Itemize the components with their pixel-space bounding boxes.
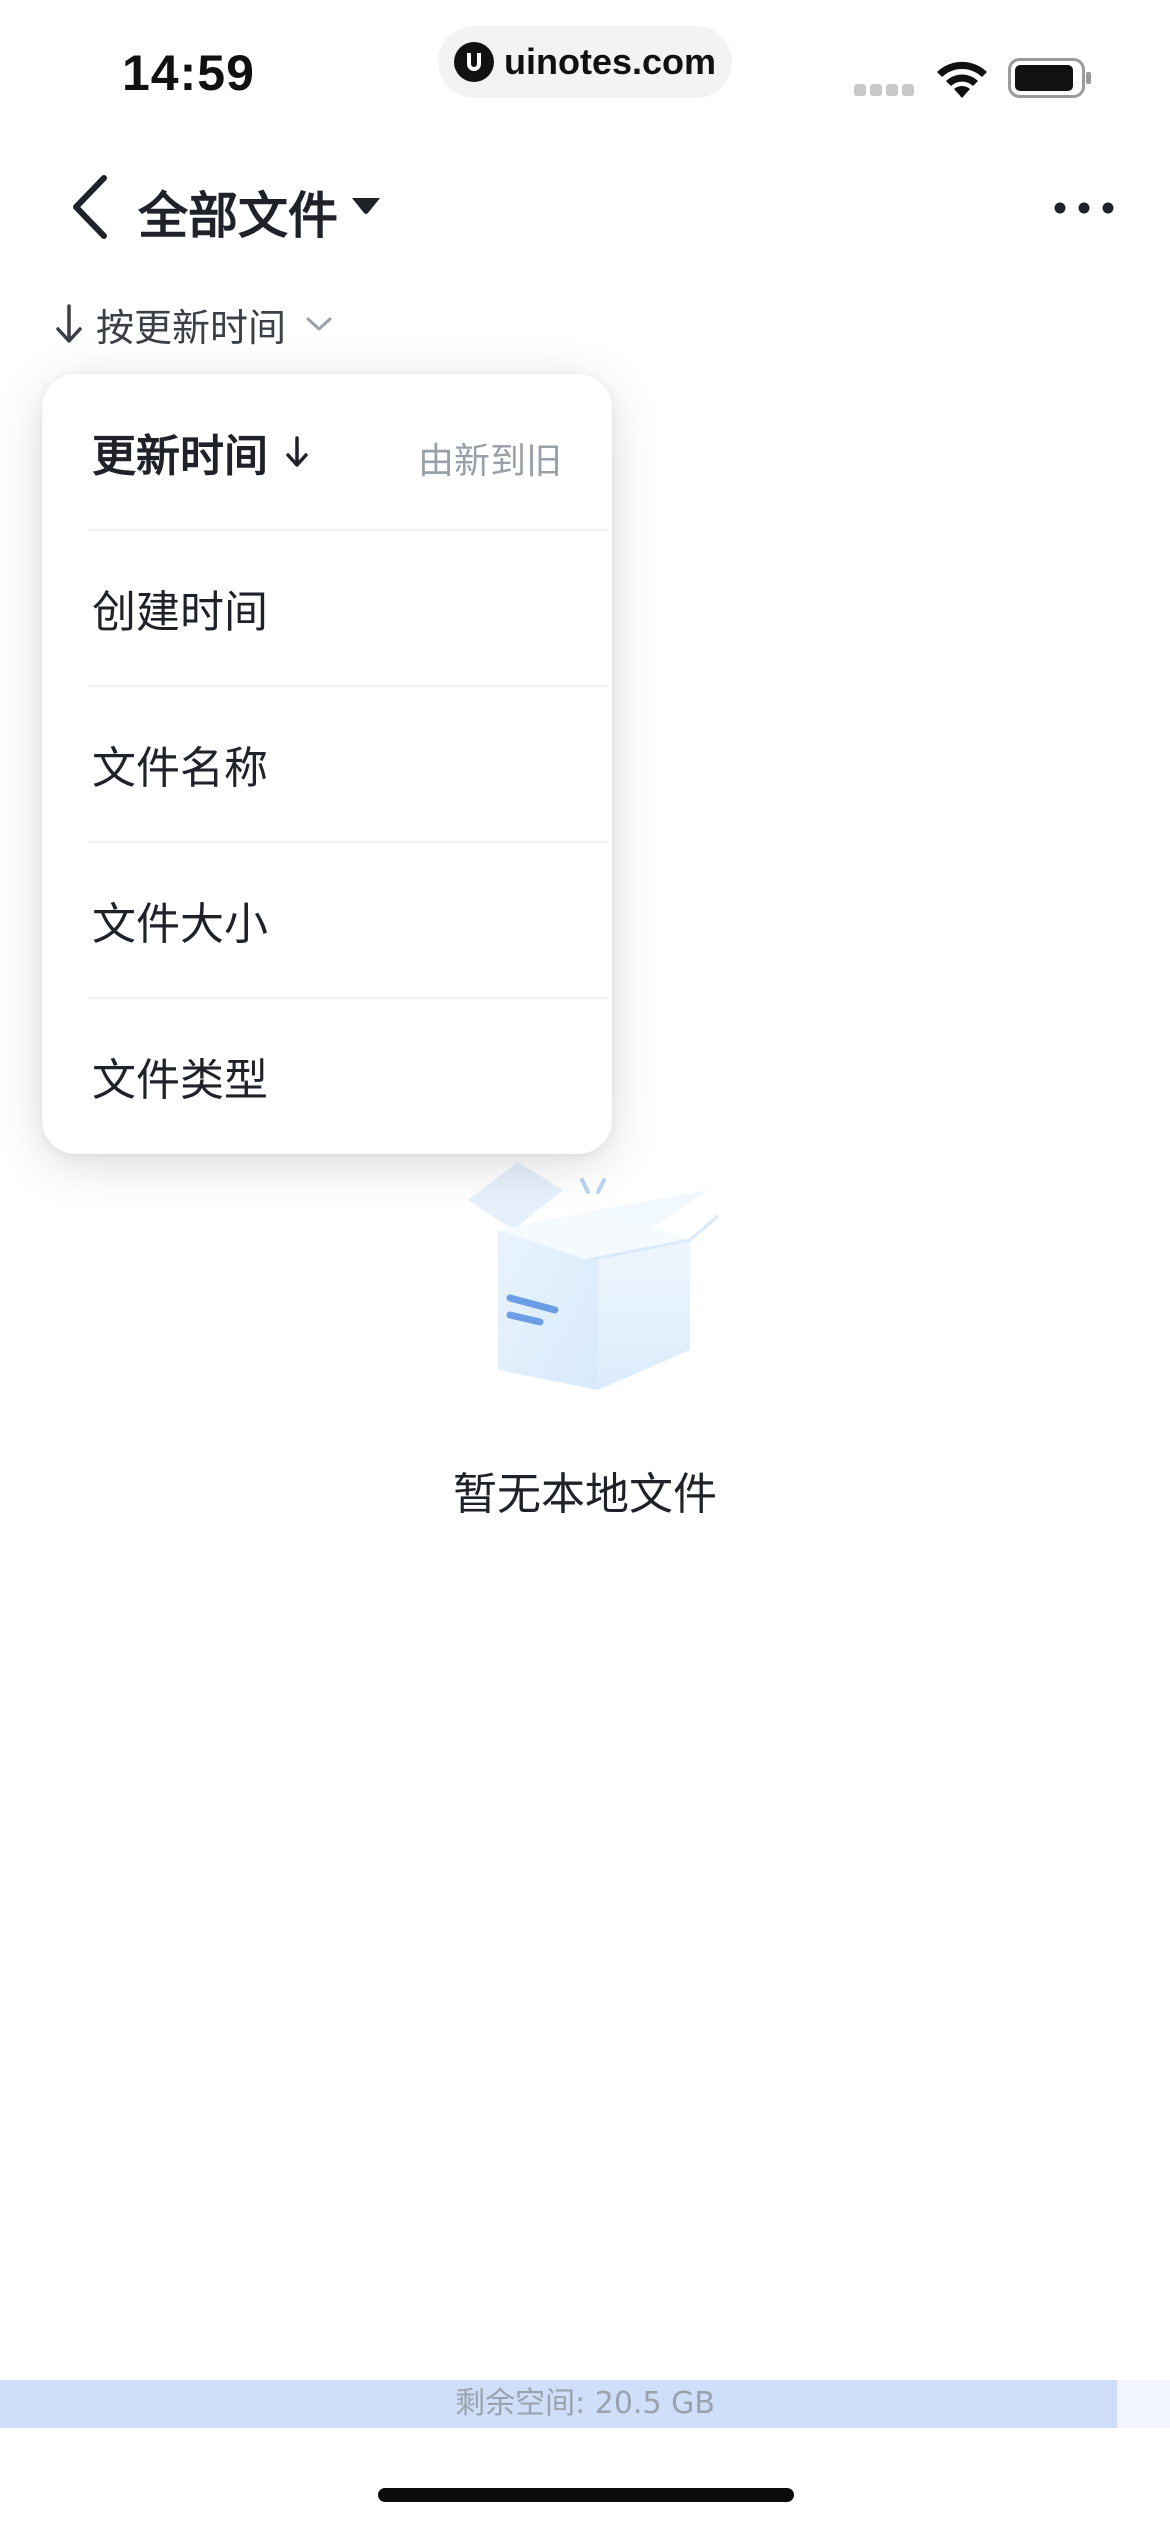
arrow-down-icon (286, 436, 308, 467)
sort-option-file-name[interactable]: 文件名称 (42, 686, 612, 842)
sort-order-label: 由新到旧 (417, 441, 562, 482)
home-indicator[interactable] (378, 2488, 794, 2502)
signal-icon (854, 84, 914, 96)
page-title[interactable]: 全部文件 (138, 176, 338, 248)
sort-option-label: 文件名称 (92, 743, 268, 794)
sort-option-create-time[interactable]: 创建时间 (42, 530, 612, 686)
sort-selector[interactable]: 按更新时间 (52, 296, 334, 352)
more-button[interactable] (1052, 196, 1116, 220)
status-time: 14:59 (122, 45, 255, 101)
url-pill[interactable]: uinotes.com (438, 26, 732, 98)
file-list-screen: 14:59 uinotes.com 全部文件 按更新时间 更新时间 由新到旧 创… (0, 0, 1170, 2532)
sort-dropdown: 更新时间 由新到旧 创建时间 文件名称 文件大小 文件类型 (42, 374, 612, 1154)
storage-remaining-label: 剩余空间: 20.5 GB (455, 2386, 715, 2421)
sort-option-label: 文件大小 (92, 899, 268, 950)
back-button[interactable] (66, 172, 116, 242)
chevron-left-icon (73, 175, 107, 239)
arrow-down-icon (56, 304, 82, 343)
chevron-down-icon (306, 317, 332, 331)
empty-box-icon (468, 1162, 718, 1390)
battery-icon (1008, 58, 1091, 98)
caret-down-icon[interactable] (350, 196, 382, 216)
sort-option-label: 文件类型 (92, 1055, 268, 1106)
sort-option-label: 更新时间 (92, 431, 268, 482)
storage-bar: 剩余空间: 20.5 GB (0, 2380, 1170, 2428)
sort-option-update-time[interactable]: 更新时间 由新到旧 (42, 374, 612, 530)
sort-option-file-size[interactable]: 文件大小 (42, 842, 612, 998)
sort-label: 按更新时间 (96, 305, 287, 350)
empty-message: 暂无本地文件 (453, 1469, 717, 1520)
sort-option-label: 创建时间 (92, 587, 268, 638)
url-text: uinotes.com (503, 41, 717, 82)
more-horizontal-icon (1054, 202, 1114, 214)
sort-option-file-type[interactable]: 文件类型 (42, 998, 612, 1154)
wifi-icon (937, 61, 987, 98)
site-logo-icon (453, 42, 494, 82)
